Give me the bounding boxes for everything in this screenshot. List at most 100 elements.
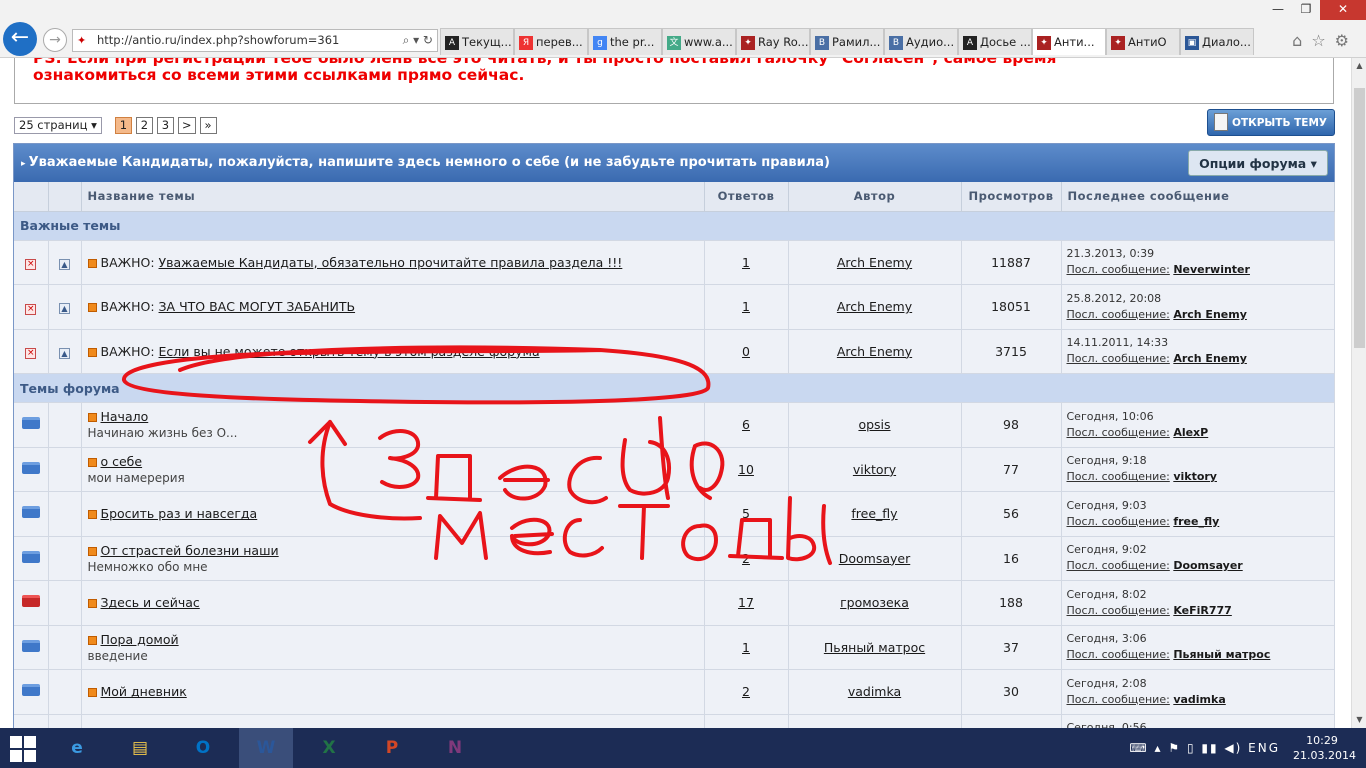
replies-link[interactable]: 5	[742, 506, 750, 521]
replies-link[interactable]: 17	[738, 595, 754, 610]
topic-title-link[interactable]: Бросить раз и навсегда	[101, 506, 258, 521]
last-post-author-link[interactable]: vadimka	[1173, 693, 1225, 706]
topic-title-link[interactable]: Здесь и сейчас	[101, 595, 200, 610]
last-post-author-link[interactable]: Doomsayer	[1173, 559, 1242, 572]
restore-icon[interactable]: ❐	[1292, 0, 1320, 20]
last-post-author-link[interactable]: Пьяный матрос	[1173, 648, 1270, 661]
last-post-prefix[interactable]: Посл. сообщение:	[1067, 559, 1170, 572]
taskbar-word-icon[interactable]: W	[239, 728, 293, 768]
replies-link[interactable]: 1	[742, 640, 750, 655]
col-views-header[interactable]: Просмотров	[961, 182, 1062, 212]
browser-tab[interactable]: ✦ АнтиО	[1106, 28, 1180, 55]
col-last-header[interactable]: Последнее сообщение	[1061, 182, 1335, 212]
clock[interactable]: 10:29 21.03.2014	[1288, 733, 1356, 763]
scroll-down-icon[interactable]: ▼	[1352, 712, 1366, 728]
browser-tab[interactable]: A Текущ...	[440, 28, 514, 55]
replies-link[interactable]: 2	[742, 684, 750, 699]
last-post-prefix[interactable]: Посл. сообщение:	[1067, 470, 1170, 483]
topic-title-link[interactable]: От страстей болезни наши	[101, 543, 279, 558]
last-post-author-link[interactable]: Arch Enemy	[1173, 352, 1247, 365]
author-link[interactable]: vadimka	[848, 684, 901, 699]
page-button[interactable]: >	[177, 117, 196, 134]
language-indicator[interactable]: ENG	[1248, 741, 1280, 755]
browser-tab[interactable]: ▣ Диало...	[1180, 28, 1254, 55]
browser-tab[interactable]: ✦ Ray Ro...	[736, 28, 810, 55]
page-button[interactable]: »	[199, 117, 217, 134]
page-button[interactable]: 3	[156, 117, 174, 134]
author-link[interactable]: Arch Enemy	[837, 344, 912, 359]
back-button[interactable]: ←	[3, 22, 37, 56]
taskbar-ie-icon[interactable]: e	[50, 728, 104, 768]
page-scrollbar[interactable]: ▲ ▼	[1351, 58, 1366, 728]
col-replies-header[interactable]: Ответов	[704, 182, 789, 212]
replies-link[interactable]: 1	[742, 299, 750, 314]
author-link[interactable]: free_fly	[851, 506, 897, 521]
page-button[interactable]: 2	[135, 117, 153, 134]
browser-tab[interactable]: B Рамил...	[810, 28, 884, 55]
topic-title-link[interactable]: Начало	[101, 409, 149, 424]
author-link[interactable]: viktory	[853, 462, 896, 477]
address-tools-icon[interactable]: ⌕ ▾ ↻	[403, 30, 433, 51]
author-link[interactable]: Arch Enemy	[837, 255, 912, 270]
author-cell: opsis	[788, 402, 962, 448]
last-post-prefix[interactable]: Посл. сообщение:	[1067, 515, 1170, 528]
topic-title-link[interactable]: Мой дневник	[101, 684, 187, 699]
scroll-up-icon[interactable]: ▲	[1352, 58, 1366, 74]
page-button[interactable]: 1	[114, 117, 132, 134]
last-post-prefix[interactable]: Посл. сообщение:	[1067, 263, 1170, 276]
col-topic-header[interactable]: Название темы	[81, 182, 705, 212]
last-post-prefix[interactable]: Посл. сообщение:	[1067, 308, 1170, 321]
forum-options-button[interactable]: Опции форума ▾	[1188, 150, 1328, 176]
browser-tab[interactable]: 文 www.a...	[662, 28, 736, 55]
replies-link[interactable]: 10	[738, 462, 754, 477]
topic-title-link[interactable]: ЗА ЧТО ВАС МОГУТ ЗАБАНИТЬ	[159, 299, 356, 314]
taskbar-explorer-icon[interactable]: ▤	[113, 728, 167, 768]
last-post-author-link[interactable]: Arch Enemy	[1173, 308, 1247, 321]
new-topic-button[interactable]: ОТКРЫТЬ ТЕМУ	[1207, 109, 1335, 136]
author-link[interactable]: opsis	[858, 417, 890, 432]
col-author-header[interactable]: Автор	[788, 182, 962, 212]
browser-tab[interactable]: A Досье ...	[958, 28, 1032, 55]
last-post-prefix[interactable]: Посл. сообщение:	[1067, 648, 1170, 661]
taskbar-powerpoint-icon[interactable]: P	[365, 728, 419, 768]
close-icon[interactable]: ✕	[1320, 0, 1366, 20]
system-tray[interactable]: ⌨ ▴ ⚑ ▯ ▮▮ ◀) ENG	[1129, 728, 1280, 768]
topic-title-link[interactable]: Если вы не можете открыть тему в этом ра…	[159, 344, 540, 359]
browser-tab[interactable]: Яперев...	[514, 28, 588, 55]
browser-toolbar-icons[interactable]: ⌂☆⚙	[1292, 31, 1358, 50]
topic-title-link[interactable]: Уважаемые Кандидаты, обязательно прочита…	[159, 255, 623, 270]
taskbar-excel-icon[interactable]: X	[302, 728, 356, 768]
address-bar[interactable]: ✦ http://antio.ru/index.php?showforum=36…	[72, 29, 438, 52]
topic-title-link[interactable]: Пора домой	[101, 632, 179, 647]
author-link[interactable]: Arch Enemy	[837, 299, 912, 314]
taskbar-outlook-icon[interactable]: O	[176, 728, 230, 768]
topic-marker-icon	[87, 599, 97, 609]
browser-tab[interactable]: g the pr...	[588, 28, 662, 55]
last-post-author-link[interactable]: KeFiR777	[1173, 604, 1232, 617]
browser-tab[interactable]: B Аудио...	[884, 28, 958, 55]
collapse-arrow-icon[interactable]: ▸	[21, 159, 29, 169]
replies-link[interactable]: 2	[742, 551, 750, 566]
pages-dropdown[interactable]: 25 страниц ▾	[14, 117, 102, 134]
last-post-prefix[interactable]: Посл. сообщение:	[1067, 693, 1170, 706]
start-windows-icon[interactable]	[10, 736, 36, 762]
scroll-thumb[interactable]	[1354, 88, 1365, 348]
author-link[interactable]: Пьяный матрос	[824, 640, 925, 655]
forward-button[interactable]: →	[43, 28, 67, 52]
last-post-prefix[interactable]: Посл. сообщение:	[1067, 604, 1170, 617]
replies-link[interactable]: 6	[742, 417, 750, 432]
last-post-prefix[interactable]: Посл. сообщение:	[1067, 426, 1170, 439]
last-post-author-link[interactable]: viktory	[1173, 470, 1217, 483]
replies-link[interactable]: 0	[742, 344, 750, 359]
author-link[interactable]: Doomsayer	[839, 551, 911, 566]
last-post-author-link[interactable]: AlexP	[1173, 426, 1208, 439]
last-post-author-link[interactable]: free_fly	[1173, 515, 1219, 528]
last-post-prefix[interactable]: Посл. сообщение:	[1067, 352, 1170, 365]
replies-link[interactable]: 1	[742, 255, 750, 270]
browser-tab[interactable]: ✦ Анти...	[1032, 28, 1106, 55]
last-post-author-link[interactable]: Neverwinter	[1173, 263, 1250, 276]
minimize-icon[interactable]: —	[1264, 0, 1292, 20]
taskbar-onenote-icon[interactable]: N	[428, 728, 482, 768]
topic-title-link[interactable]: о себе	[101, 454, 143, 469]
author-link[interactable]: громозека	[840, 595, 909, 610]
